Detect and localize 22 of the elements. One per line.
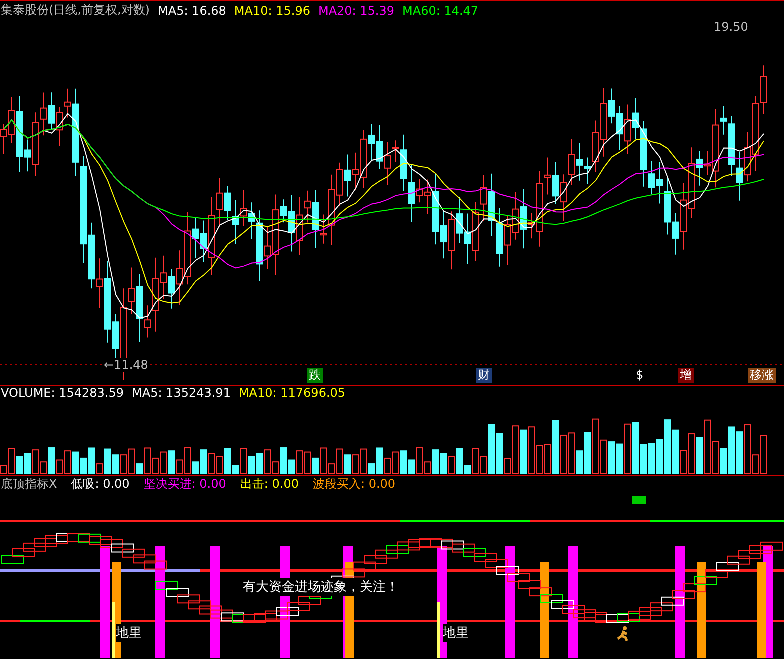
high-price-label: 19.50 [714,20,748,34]
chart-title: 集泰股份(日线,前复权,对数) [1,2,150,19]
indicator-reading: MA10: 117696.05 [238,386,346,400]
indicator-reading: 坚决买进: 0.00 [144,476,226,492]
indicator-reading: MA20: 15.39 [318,4,395,18]
indicator-reading: 低吸: 0.00 [71,476,130,492]
event-tag[interactable]: $ [634,368,646,383]
indicator-reading: 出击: 0.00 [240,476,299,492]
indicator-reading: 波段买入: 0.00 [312,476,396,492]
indicator-reading: MA60: 14.47 [402,4,479,18]
event-tag[interactable]: 移涨 [748,368,776,383]
event-tag[interactable]: 跌 [307,368,323,383]
indicator-reading: MA5: 16.68 [158,4,226,18]
signal-label: 地里 [116,624,142,642]
indicator-reading: MA5: 135243.91 [132,386,231,400]
low-price-label: ←11.48 [104,358,148,372]
event-tag[interactable]: 财 [476,368,492,383]
indicator-reading: VOLUME: 154283.59 [1,386,124,400]
indicator-title: 底顶指标X [1,476,58,492]
signal-label: 地里 [443,624,469,642]
event-tag[interactable]: 增 [678,368,694,383]
indicator-reading: MA10: 15.96 [234,4,310,18]
